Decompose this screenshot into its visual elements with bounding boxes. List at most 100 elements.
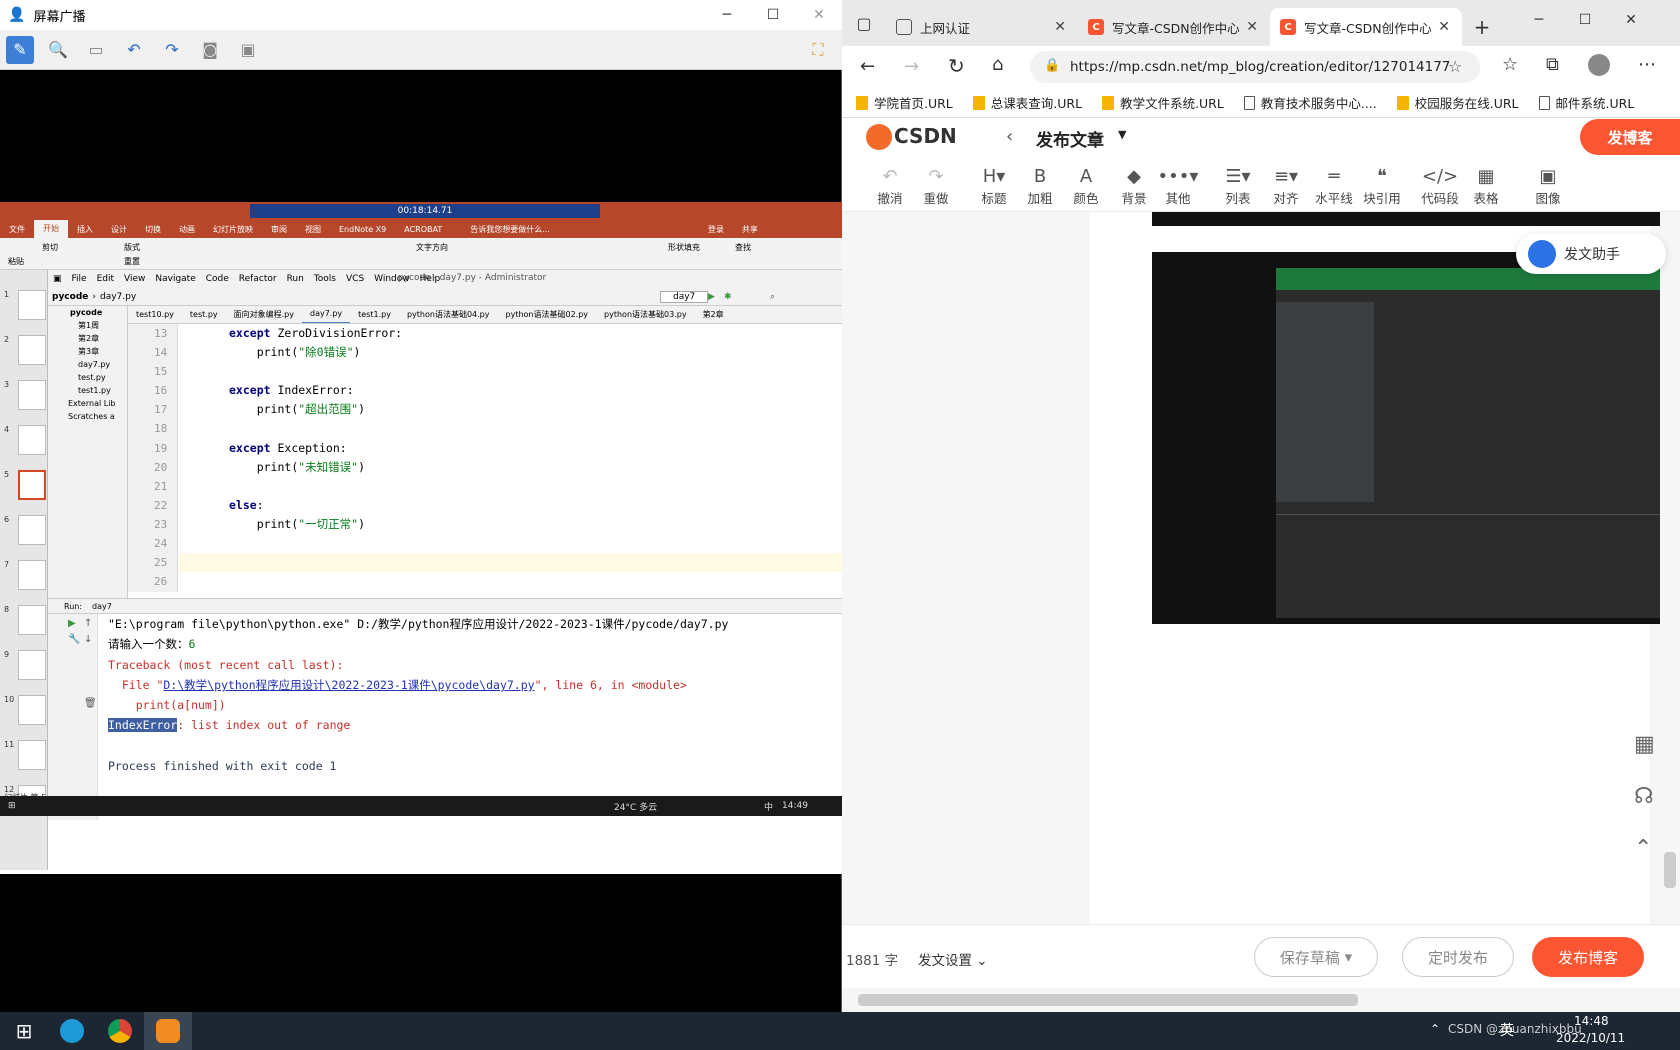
fullscreen-icon[interactable]: ⛶ [804, 36, 832, 64]
csdn-logo[interactable]: CSDN [894, 124, 957, 148]
toolbar-button[interactable]: ◆ 背景 [1112, 166, 1156, 207]
toolbar-button[interactable]: A 颜色 [1064, 166, 1108, 207]
tree-item[interactable]: Scratches a [48, 410, 127, 423]
browser-tab[interactable]: C 写文章-CSDN创作中心 ✕ [1078, 8, 1270, 46]
tell-me-search[interactable]: 告诉我您想要做什么... [461, 224, 559, 235]
menu-item[interactable]: Refactor [234, 274, 282, 284]
toolbar-button[interactable]: ↶ 撤消 [868, 166, 912, 207]
collections-icon[interactable]: ⧉ [1546, 54, 1559, 75]
bookmark[interactable]: 邮件系统.URL [1538, 93, 1634, 112]
scroll-thumb[interactable] [858, 994, 1358, 1006]
camera-icon[interactable]: ◙ [196, 36, 224, 64]
paste-label[interactable]: 粘贴 [8, 256, 24, 267]
clock-date[interactable]: 2022/10/11 [1556, 1031, 1625, 1045]
minimize-button[interactable]: ─ [704, 0, 750, 30]
profile-avatar[interactable] [1588, 54, 1610, 76]
slide-thumbnail[interactable]: 10 [4, 695, 46, 725]
ppt-tab[interactable]: EndNote X9 [330, 225, 395, 234]
broadcast-taskbar-icon[interactable] [144, 1012, 192, 1050]
bookmark[interactable]: 教学文件系统.URL [1102, 93, 1224, 112]
menu-item[interactable]: Edit [92, 274, 119, 284]
tree-item[interactable]: test1.py [48, 384, 127, 397]
editor-tab[interactable]: test10.py [128, 310, 182, 319]
cut-label[interactable]: 剪切 [42, 242, 58, 253]
tree-item[interactable]: 第1周 [48, 319, 127, 332]
editor-tab[interactable]: test1.py [350, 310, 399, 319]
browser-minimize-button[interactable]: ─ [1516, 0, 1562, 40]
redo-icon[interactable]: ↷ [158, 36, 186, 64]
tab-close-icon[interactable]: ✕ [1054, 19, 1066, 35]
run-config-select[interactable]: day7 [660, 290, 709, 303]
menu-item[interactable]: Run [282, 274, 309, 284]
layout-label[interactable]: 版式 [124, 242, 140, 253]
toolbar-button[interactable]: ≡▾ 对齐 [1264, 166, 1308, 207]
bookmark[interactable]: 校园服务在线.URL [1396, 93, 1519, 112]
tree-item[interactable]: 第3章 [48, 345, 127, 358]
slide-thumbnail[interactable]: 5 [4, 470, 46, 500]
wrench-icon[interactable]: 🔧 [68, 634, 80, 645]
back-icon[interactable]: ← [860, 56, 875, 77]
login-link[interactable]: 登录 [699, 224, 733, 235]
slide-thumbnail[interactable]: 11 [4, 740, 46, 770]
assistant-button[interactable]: 发文助手 [1516, 234, 1666, 274]
tree-item[interactable]: External Lib [48, 397, 127, 410]
lock-icon[interactable]: 🔒 [1044, 58, 1060, 73]
editor-tab[interactable]: python语法基础03.py [596, 309, 695, 320]
add-favorite-icon[interactable]: ☆ [1448, 57, 1462, 76]
horizontal-scrollbar[interactable] [842, 988, 1680, 1012]
editor-tab[interactable]: test.py [182, 310, 226, 319]
tab-actions-icon[interactable]: ▢ [842, 0, 886, 46]
publish-badge[interactable]: 发博客 [1580, 119, 1680, 155]
slide-thumbnail[interactable]: 9 [4, 650, 46, 680]
monitor-icon[interactable]: ▭ [82, 36, 110, 64]
ppt-tab[interactable]: 视图 [296, 224, 330, 235]
edge-taskbar-icon[interactable] [48, 1012, 96, 1050]
share-button[interactable]: 共享 [733, 224, 767, 235]
toolbar-button[interactable]: ═ 水平线 [1312, 166, 1356, 207]
post-settings-link[interactable]: 发文设置 ⌄ [918, 949, 988, 969]
find-label[interactable]: 查找 [735, 242, 751, 253]
tab-close-icon[interactable]: ✕ [1438, 19, 1450, 35]
trash-icon[interactable]: 🗑 [84, 698, 97, 709]
rerun-icon[interactable]: ▶ [68, 618, 76, 629]
toolbar-button[interactable]: ❝ 块引用 [1360, 166, 1404, 207]
ime-indicator[interactable]: 英 [1500, 1020, 1514, 1040]
editor-tab[interactable]: day7.py [301, 306, 351, 323]
run-tab[interactable]: day7 [92, 602, 112, 611]
toolbar-button[interactable]: •••▾ 其他 [1156, 166, 1200, 207]
toolbar-button[interactable]: </> 代码段 [1418, 166, 1462, 207]
title-dropdown-icon[interactable]: ▼ [1118, 128, 1126, 141]
slide-thumbnail[interactable]: 7 [4, 560, 46, 590]
slide-thumbnail[interactable]: 8 [4, 605, 46, 635]
shape-fill-label[interactable]: 形状填充 [668, 242, 700, 253]
menu-item[interactable]: View [119, 274, 150, 284]
tab-close-icon[interactable]: ✕ [1246, 19, 1258, 35]
traceback-file-link[interactable]: D:\教学\python程序应用设计\2022-2023-1课件\pycode\… [163, 678, 534, 692]
tray-chevron-icon[interactable]: ⌃ [1430, 1022, 1440, 1036]
url-input[interactable]: 🔒 https://mp.csdn.net/mp_blog/creation/e… [1030, 51, 1480, 83]
slide-thumbnail[interactable]: 2 [4, 335, 46, 365]
browser-tab[interactable]: C 写文章-CSDN创作中心 ✕ [1270, 8, 1462, 46]
forward-icon[interactable]: → [904, 56, 919, 77]
search-icon[interactable]: ⌕ [770, 292, 775, 302]
qrcode-icon[interactable]: ▦ [1634, 732, 1655, 757]
page-title[interactable]: 发布文章 [1036, 126, 1104, 151]
start-button[interactable]: ⊞ [0, 1012, 48, 1050]
editor-tab[interactable]: 第2章 [695, 309, 732, 320]
ppt-tab[interactable]: 审阅 [262, 224, 296, 235]
code-editor[interactable]: except ZeroDivisionError: print("除0错误") e… [179, 324, 842, 592]
more-icon[interactable]: ⋯ [1638, 54, 1656, 75]
tree-item[interactable]: 第2章 [48, 332, 127, 345]
ppt-tab[interactable]: 插入 [68, 224, 102, 235]
headset-icon[interactable]: ☊ [1634, 784, 1654, 809]
debug-icon[interactable]: ✱ [724, 292, 732, 302]
text-direction-label[interactable]: 文字方向 [416, 242, 448, 253]
bookmark[interactable]: 总课表查询.URL [972, 93, 1082, 112]
vertical-scrollbar[interactable] [1664, 852, 1676, 888]
editor-tab[interactable]: 面向对象编程.py [226, 309, 302, 320]
pointer-icon[interactable]: ✎ [6, 35, 34, 64]
back-chevron-icon[interactable]: ‹ [1006, 126, 1013, 147]
toolbar-button[interactable]: ↷ 重做 [914, 166, 958, 207]
bookmark[interactable]: 教育技术服务中心.... [1243, 93, 1377, 112]
ppt-tab[interactable]: 切换 [136, 224, 170, 235]
